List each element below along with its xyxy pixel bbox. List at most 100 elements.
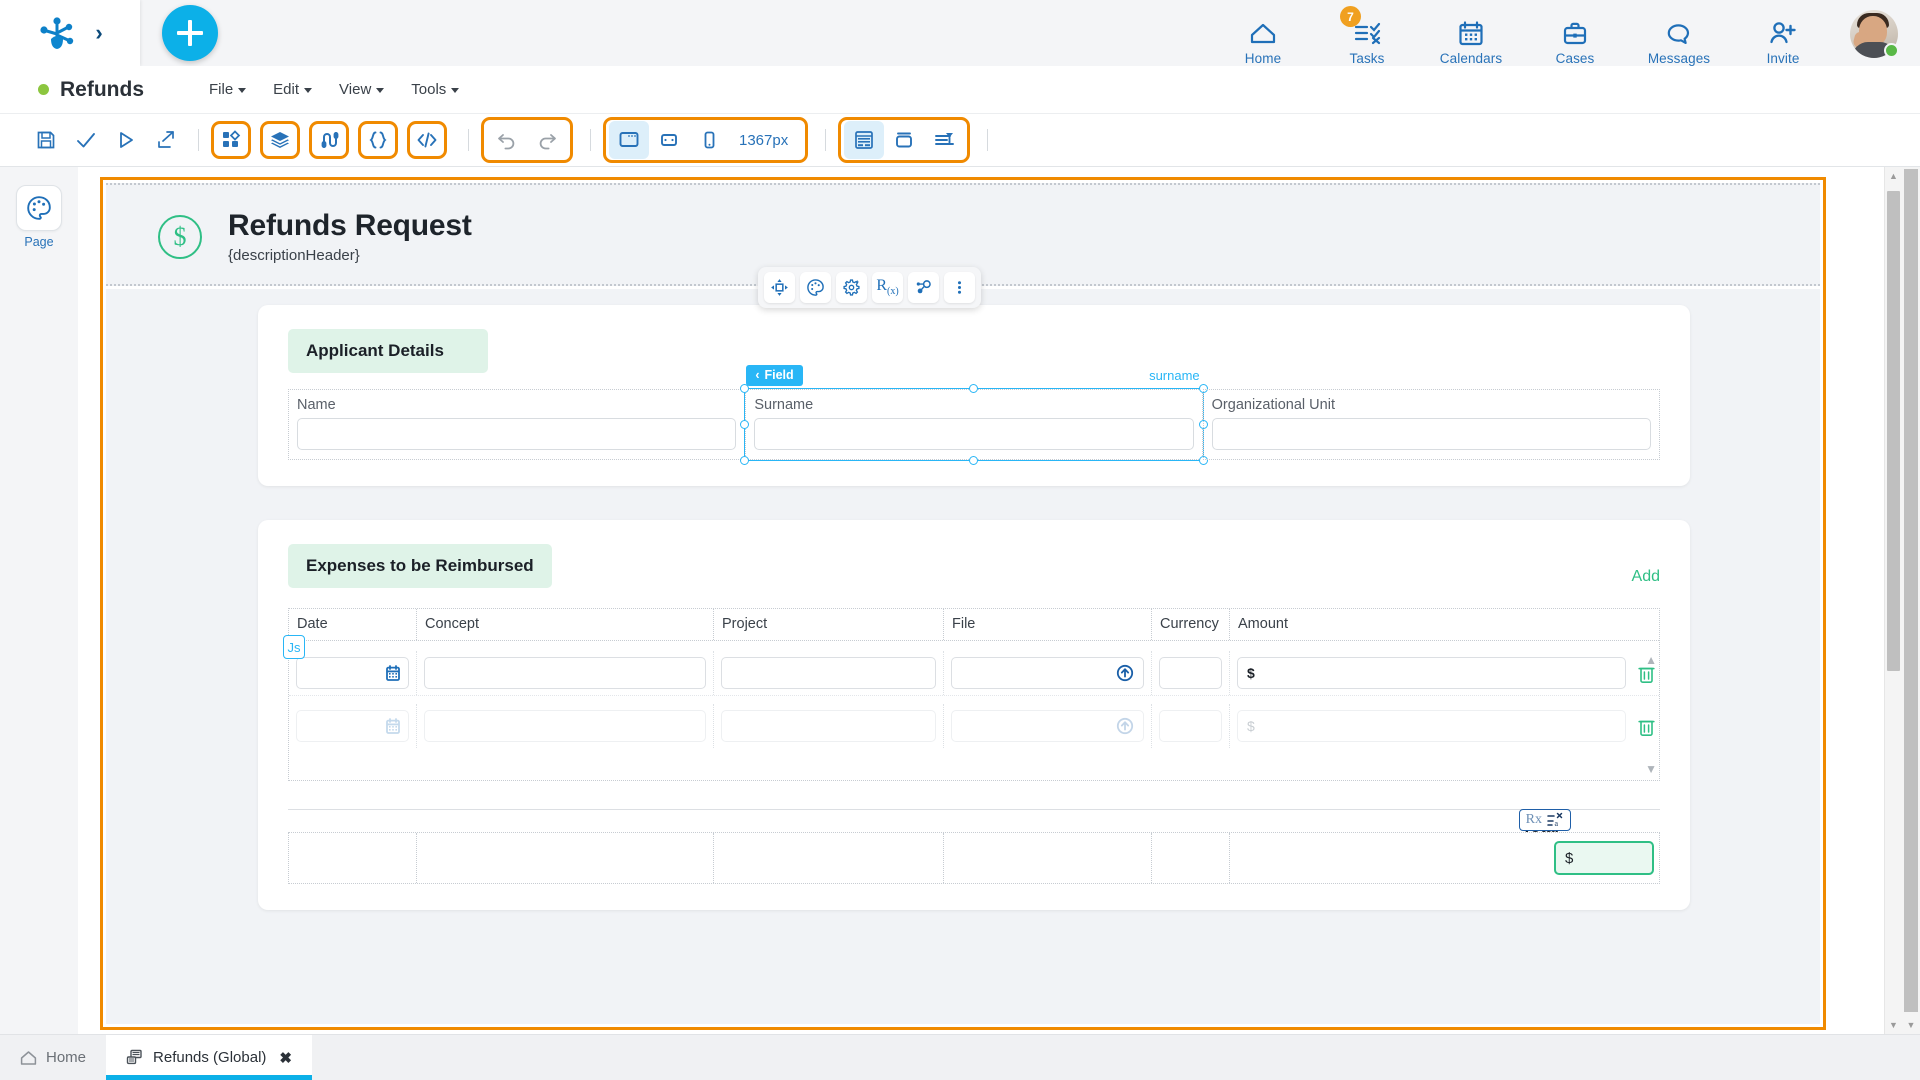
calendar-icon[interactable] — [385, 717, 401, 735]
resize-handle-sw[interactable] — [740, 456, 750, 465]
variables-icon[interactable] — [309, 121, 349, 159]
menu-list: File Edit View Tools — [209, 81, 460, 98]
move-icon[interactable] — [764, 272, 795, 303]
nav-item-tasks[interactable]: 7 Tasks — [1330, 4, 1404, 66]
currency-cell[interactable] — [1159, 657, 1222, 689]
widgets-grid-icon[interactable] — [211, 121, 251, 159]
style-palette-icon[interactable] — [800, 272, 831, 303]
code-icon[interactable] — [407, 121, 447, 159]
expenses-table-header: Date Concept Project File Currency Amoun… — [289, 609, 1659, 641]
align-icon[interactable] — [924, 121, 964, 159]
scroll-up-arrow-icon[interactable]: ▲ — [1885, 167, 1902, 185]
top-navigation-bar: › Home 7 Tasks Calendars Cases Messages … — [0, 0, 1920, 66]
calendar-icon[interactable] — [385, 664, 401, 682]
upload-circle-icon[interactable] — [1116, 664, 1134, 682]
svg-text:a: a — [1555, 819, 1559, 828]
trash-icon[interactable] — [1633, 664, 1659, 683]
amount-cell[interactable]: $ — [1237, 710, 1626, 742]
braces-icon[interactable] — [358, 121, 398, 159]
logo-zone: › — [0, 0, 140, 66]
project-cell[interactable] — [721, 657, 936, 689]
save-icon[interactable] — [26, 121, 66, 159]
name-input[interactable] — [297, 418, 737, 450]
concept-cell[interactable] — [424, 657, 706, 689]
scroll-down-arrow-icon[interactable]: ▼ — [1885, 1016, 1902, 1034]
page-frame[interactable]: $ Refunds Request {descriptionHeader} Ap… — [100, 177, 1826, 1030]
applicant-details-card[interactable]: Applicant Details R(x) Name ‹ Field surn… — [258, 267, 1690, 486]
date-cell[interactable] — [296, 710, 409, 742]
add-new-button[interactable] — [162, 5, 218, 61]
menu-file[interactable]: File — [209, 81, 247, 98]
nav-item-messages[interactable]: Messages — [1642, 4, 1716, 66]
palette-icon — [16, 185, 62, 231]
expenses-card[interactable]: Expenses to be Reimbursed Add Date Conce… — [258, 520, 1690, 910]
close-icon[interactable]: ✖ — [279, 1049, 292, 1067]
currency-cell[interactable] — [1159, 710, 1222, 742]
file-cell[interactable] — [951, 710, 1144, 742]
resize-handle-n[interactable] — [968, 384, 978, 393]
organizational-unit-input[interactable] — [1211, 418, 1651, 450]
bonita-logo-icon[interactable] — [37, 13, 77, 53]
field-surname[interactable]: ‹ Field surname Surname — [740, 365, 1208, 465]
scroll-down-arrow-icon[interactable]: ▼ — [1902, 1016, 1920, 1034]
resize-handle-w[interactable] — [740, 419, 750, 429]
avatar[interactable] — [1850, 10, 1899, 58]
canvas-vertical-scrollbar[interactable]: ▲ ▼ — [1884, 167, 1902, 1034]
container-icon[interactable] — [884, 121, 924, 159]
surname-input[interactable] — [754, 418, 1194, 450]
total-row[interactable]: Total $ Rx a — [288, 809, 1660, 884]
redo-icon[interactable] — [527, 121, 567, 159]
project-cell[interactable] — [721, 710, 936, 742]
nav-item-home[interactable]: Home — [1226, 4, 1300, 66]
connector-icon[interactable] — [908, 272, 939, 303]
run-play-icon[interactable] — [106, 121, 146, 159]
field-label-surname: Surname — [754, 397, 814, 413]
add-expense-button[interactable]: Add — [1632, 568, 1660, 586]
tab-refunds-global[interactable]: Refunds (Global) ✖ — [106, 1035, 312, 1080]
form-preview-icon[interactable] — [844, 121, 885, 159]
undo-icon[interactable] — [487, 121, 527, 159]
more-vertical-icon[interactable] — [944, 272, 975, 303]
status-badge — [38, 84, 49, 95]
rail-item-page[interactable]: Page — [12, 185, 66, 249]
trash-icon[interactable] — [1633, 717, 1659, 736]
expression-editor-icon[interactable]: Rx a — [1518, 809, 1571, 831]
total-amount-field[interactable]: $ — [1554, 841, 1654, 875]
page-vertical-scrollbar[interactable]: ▼ — [1902, 167, 1920, 1034]
settings-gear-icon[interactable] — [836, 272, 867, 303]
menu-edit[interactable]: Edit — [273, 81, 313, 98]
form-header-text: Refunds Request {descriptionHeader} — [228, 209, 472, 264]
tab-home[interactable]: Home — [0, 1035, 106, 1080]
selected-element-tag[interactable]: ‹ Field — [746, 365, 803, 386]
chevron-right-icon[interactable]: › — [95, 22, 102, 44]
validate-check-icon[interactable] — [66, 121, 106, 159]
scrollbar-thumb[interactable] — [1887, 191, 1900, 671]
resize-handle-nw[interactable] — [740, 384, 750, 393]
menu-view[interactable]: View — [339, 81, 385, 98]
export-icon[interactable] — [146, 121, 186, 159]
upload-circle-icon[interactable] — [1116, 717, 1134, 735]
field-binding-label: surname — [1149, 368, 1200, 383]
message-icon — [1665, 18, 1693, 48]
scrollbar-thumb[interactable] — [1904, 169, 1918, 1012]
tablet-icon[interactable] — [649, 121, 689, 159]
menu-tools[interactable]: Tools — [411, 81, 460, 98]
field-organizational-unit[interactable]: Organizational Unit — [1202, 389, 1660, 460]
date-cell[interactable] — [296, 657, 409, 689]
desktop-icon[interactable] — [609, 121, 649, 159]
resize-handle-s[interactable] — [968, 456, 978, 465]
nav-item-invite[interactable]: Invite — [1746, 4, 1820, 66]
nav-item-calendars[interactable]: Calendars — [1434, 4, 1508, 66]
field-name[interactable]: Name — [288, 389, 746, 460]
phone-icon[interactable] — [689, 121, 729, 159]
table-row[interactable]: $ — [289, 704, 1659, 748]
table-row[interactable]: $ — [289, 651, 1659, 696]
js-expression-badge[interactable]: Js — [283, 635, 305, 659]
layers-icon[interactable] — [260, 121, 300, 159]
file-cell[interactable] — [951, 657, 1144, 689]
amount-cell[interactable]: $ — [1237, 657, 1626, 689]
nav-item-cases[interactable]: Cases — [1538, 4, 1612, 66]
concept-cell[interactable] — [424, 710, 706, 742]
expression-rx-icon[interactable]: R(x) — [872, 272, 903, 303]
chevron-down-icon[interactable]: ▼ — [1645, 762, 1657, 776]
